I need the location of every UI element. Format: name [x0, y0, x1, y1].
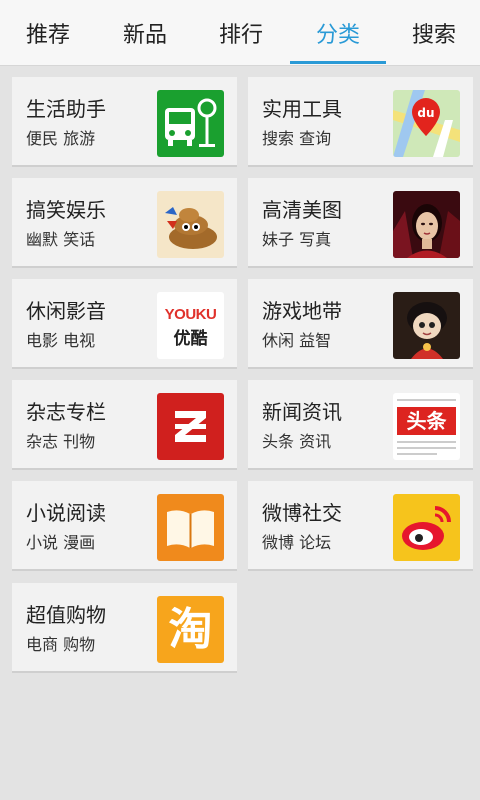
category-subtitle: 头条 资讯	[262, 432, 332, 451]
cartoon-character-icon	[393, 292, 460, 359]
baidu-map-icon: du	[393, 90, 460, 157]
category-subtitle: 电商 购物	[26, 635, 96, 654]
svg-text:du: du	[417, 106, 434, 120]
category-title: 实用工具	[262, 97, 342, 121]
category-card-social[interactable]: 微博社交 微博 论坛	[248, 481, 473, 571]
category-title: 小说阅读	[26, 501, 106, 525]
portrait-photo-icon	[393, 191, 460, 258]
category-title: 休闲影音	[26, 299, 106, 323]
youku-logo-icon: YOUKU 优酷	[157, 292, 224, 359]
category-card-media[interactable]: 休闲影音 电影 电视 YOUKU 优酷	[12, 279, 237, 369]
category-title: 游戏地带	[262, 299, 342, 323]
category-subtitle: 微博 论坛	[262, 533, 332, 552]
category-title: 搞笑娱乐	[26, 198, 106, 222]
newspaper-line	[397, 399, 456, 401]
tab-categories[interactable]: 分类	[290, 0, 386, 66]
category-title: 超值购物	[26, 603, 106, 627]
taobao-logo-text: 淘	[168, 604, 213, 655]
category-subtitle: 杂志 刊物	[26, 432, 96, 451]
funny-cartoon-icon	[157, 191, 224, 258]
category-title: 生活助手	[26, 97, 106, 121]
category-card-reading[interactable]: 小说阅读 小说 漫画	[12, 481, 237, 571]
category-title: 新闻资讯	[262, 400, 342, 424]
toutiao-logo-text: 头条	[406, 409, 447, 433]
newspaper-line	[397, 447, 456, 449]
category-card-news[interactable]: 新闻资讯 头条 资讯 头条	[248, 380, 473, 470]
category-card-shopping[interactable]: 超值购物 电商 购物 淘	[12, 583, 237, 673]
toutiao-banner: 头条	[397, 407, 456, 435]
category-subtitle: 妹子 写真	[262, 230, 332, 249]
youku-logo-chinese: 优酷	[173, 329, 208, 349]
youku-logo-text: YOUKU	[164, 306, 217, 323]
tab-search[interactable]: 搜索	[386, 0, 480, 66]
category-title: 微博社交	[262, 501, 342, 525]
category-title: 杂志专栏	[26, 400, 106, 424]
category-subtitle: 小说 漫画	[26, 533, 96, 552]
active-tab-indicator	[290, 61, 386, 64]
zaker-logo-icon	[157, 393, 224, 460]
top-tab-bar: 推荐 新品 排行 分类 搜索	[0, 0, 480, 66]
category-subtitle: 电影 电视	[26, 331, 96, 350]
category-card-magazine[interactable]: 杂志专栏 杂志 刊物	[12, 380, 237, 470]
newspaper-line	[397, 453, 437, 455]
category-title: 高清美图	[262, 198, 342, 222]
open-book-icon	[157, 494, 224, 561]
tab-new[interactable]: 新品	[97, 0, 193, 66]
newspaper-line	[397, 441, 456, 443]
tab-ranking[interactable]: 排行	[193, 0, 289, 66]
category-card-games[interactable]: 游戏地带 休闲 益智	[248, 279, 473, 369]
category-subtitle: 幽默 笑话	[26, 230, 96, 249]
category-card-life[interactable]: 生活助手 便民 旅游	[12, 77, 237, 167]
bus-stop-icon	[157, 90, 224, 157]
tab-recommend[interactable]: 推荐	[0, 0, 96, 66]
category-card-pictures[interactable]: 高清美图 妹子 写真	[248, 178, 473, 268]
taobao-logo-icon: 淘	[157, 596, 224, 663]
category-subtitle: 便民 旅游	[26, 129, 96, 148]
weibo-logo-icon	[393, 494, 460, 561]
category-card-fun[interactable]: 搞笑娱乐 幽默 笑话	[12, 178, 237, 268]
category-subtitle: 休闲 益智	[262, 331, 332, 350]
category-subtitle: 搜索 查询	[262, 129, 332, 148]
category-card-tools[interactable]: 实用工具 搜索 查询 du	[248, 77, 473, 167]
toutiao-logo-icon: 头条	[393, 393, 460, 460]
